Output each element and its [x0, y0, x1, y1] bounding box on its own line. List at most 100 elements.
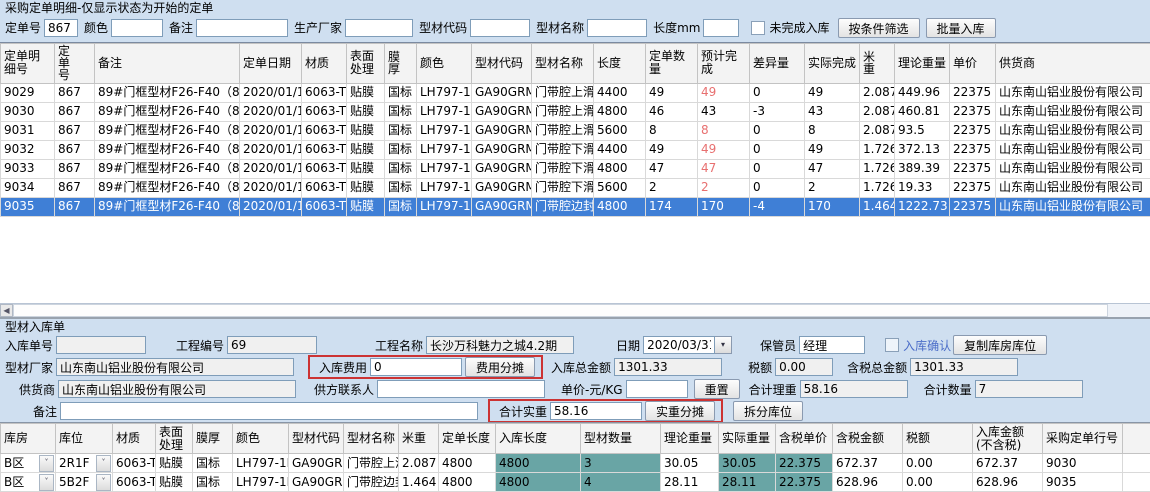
scrollbar-thumb[interactable] — [13, 304, 1108, 317]
batch-inbound-button[interactable]: 批量入库 — [926, 18, 996, 38]
grid-cell[interactable]: 3 — [581, 454, 661, 473]
grid-cell[interactable]: 22375 — [950, 140, 996, 159]
grid-cell[interactable]: 867 — [55, 197, 95, 216]
tax-total-input[interactable] — [910, 358, 1018, 376]
grid-cell[interactable]: 山东南山铝业股份有限公司 — [996, 178, 1150, 197]
grid-cell[interactable]: 1.464 — [860, 197, 895, 216]
grid-cell[interactable]: 国标 — [193, 473, 233, 492]
grid-cell[interactable]: 山东南山铝业股份有限公司 — [996, 102, 1150, 121]
reset-button[interactable]: 重置 — [694, 379, 740, 399]
grid-cell[interactable]: 170 — [805, 197, 860, 216]
grid-cell[interactable]: 2R1F˅ — [56, 454, 113, 473]
grid-cell[interactable]: 4800 — [439, 473, 496, 492]
column-header[interactable]: 实际重量 — [719, 424, 776, 454]
grid-cell[interactable]: GA90GRM04 — [472, 159, 532, 178]
column-header[interactable]: 定单明细号 — [1, 43, 55, 83]
grid-cell[interactable]: 2020/01/13 — [240, 197, 302, 216]
grid-cell[interactable]: 49 — [698, 83, 750, 102]
grid-cell[interactable]: 170 — [698, 197, 750, 216]
grid-cell[interactable]: 门带腔边封 — [532, 197, 594, 216]
grid-cell[interactable]: LH797-1LL0 — [417, 140, 472, 159]
profile-code-filter-input[interactable] — [470, 19, 530, 37]
dropdown-arrow-icon[interactable]: ˅ — [39, 455, 54, 472]
grid-cell[interactable]: 4400 — [594, 83, 646, 102]
grid-cell[interactable]: 贴膜 — [347, 140, 385, 159]
grid-cell[interactable]: 47 — [805, 159, 860, 178]
column-header[interactable]: 定单数量 — [646, 43, 698, 83]
column-header[interactable]: 库房 — [1, 424, 56, 454]
grid-cell[interactable]: 国标 — [385, 140, 417, 159]
grid-cell[interactable]: 2.087 — [860, 102, 895, 121]
grid-cell[interactable]: 贴膜 — [347, 197, 385, 216]
grid-row[interactable]: B区˅5B2F˅6063-T5贴膜国标LH797-1LL0GA90GRM05门带… — [1, 473, 1150, 492]
column-header[interactable]: 米重 — [860, 43, 895, 83]
total-amount-input[interactable] — [614, 358, 722, 376]
grid-cell[interactable]: 89#门框型材F26-F40（866+867） — [95, 159, 240, 178]
grid-cell[interactable]: 2.087 — [399, 454, 439, 473]
grid-cell[interactable]: 国标 — [385, 178, 417, 197]
grid-cell[interactable]: 672.37 — [833, 454, 903, 473]
grid-cell[interactable]: 6063-T5 — [302, 197, 347, 216]
grid-cell[interactable]: LH797-1LL0 — [417, 83, 472, 102]
dropdown-arrow-icon[interactable]: ˅ — [96, 455, 111, 472]
grid-cell[interactable]: -3 — [750, 102, 805, 121]
grid-cell[interactable]: 174 — [646, 197, 698, 216]
grid-cell[interactable]: 门带腔边封 — [344, 473, 399, 492]
column-header[interactable]: 含税金额 — [833, 424, 903, 454]
grid-cell[interactable]: 49 — [646, 83, 698, 102]
grid-cell[interactable]: GA90GRM03 — [289, 454, 344, 473]
scroll-left-arrow-icon[interactable]: ◀ — [0, 304, 13, 317]
grid-cell[interactable]: 4800 — [594, 197, 646, 216]
grid-cell[interactable]: LH797-1LL0 — [417, 102, 472, 121]
grid-cell[interactable]: 19.33 — [895, 178, 950, 197]
grid-cell[interactable]: 22375 — [950, 102, 996, 121]
grid-cell[interactable]: 0 — [750, 178, 805, 197]
grid-cell[interactable]: 867 — [55, 83, 95, 102]
inbound-no-input[interactable] — [56, 336, 146, 354]
grid-cell[interactable]: 22375 — [950, 178, 996, 197]
grid-cell[interactable]: 43 — [805, 102, 860, 121]
grid-cell[interactable]: 9030 — [1, 102, 55, 121]
grid-cell[interactable]: 2020/01/13 — [240, 140, 302, 159]
grid-cell[interactable]: 门带腔下滑 — [532, 178, 594, 197]
grid-cell[interactable]: 89#门框型材F26-F40（866+867） — [95, 140, 240, 159]
column-header[interactable]: 型材代码 — [289, 424, 344, 454]
column-header[interactable]: 入库长度 — [496, 424, 581, 454]
column-header[interactable]: 型材名称 — [344, 424, 399, 454]
grid-cell[interactable]: 门带腔上滑 — [532, 102, 594, 121]
grid-cell[interactable]: LH797-1LL0 — [233, 473, 289, 492]
column-header[interactable]: 定单日期 — [240, 43, 302, 83]
grid-cell[interactable]: 867 — [55, 178, 95, 197]
date-input[interactable] — [643, 336, 715, 354]
grid-cell[interactable]: 6063-T5 — [302, 178, 347, 197]
grid-cell[interactable]: 1.726 — [860, 140, 895, 159]
remark-filter-input[interactable] — [196, 19, 288, 37]
grid-cell[interactable]: 5600 — [594, 121, 646, 140]
grid-cell[interactable]: GA90GRM05 — [289, 473, 344, 492]
column-header[interactable]: 米重 — [399, 424, 439, 454]
column-header[interactable]: 实际完成 — [805, 43, 860, 83]
order-no-input[interactable] — [44, 19, 78, 37]
grid-cell[interactable]: 9033 — [1, 159, 55, 178]
grid-cell[interactable]: 372.13 — [895, 140, 950, 159]
grid-cell[interactable]: 8 — [805, 121, 860, 140]
grid-cell[interactable]: 9030 — [1043, 454, 1123, 473]
grid-cell[interactable]: 9035 — [1043, 473, 1123, 492]
date-picker[interactable]: ▾ — [643, 336, 732, 354]
grid-cell[interactable]: 672.37 — [973, 454, 1043, 473]
column-header[interactable]: 预计完成 — [698, 43, 750, 83]
grid-cell[interactable]: 2.087 — [860, 83, 895, 102]
grid-cell[interactable]: 30.05 — [719, 454, 776, 473]
grid-cell[interactable]: 6063-T5 — [302, 159, 347, 178]
inbound-grid[interactable]: 库房库位材质表面处理膜厚颜色型材代码型材名称米重定单长度入库长度型材数量理论重量… — [0, 423, 1150, 492]
grid-cell[interactable]: 山东南山铝业股份有限公司 — [996, 159, 1150, 178]
column-header[interactable]: 差异量 — [750, 43, 805, 83]
column-header[interactable]: 长度 — [594, 43, 646, 83]
grid-cell[interactable]: GA90GRM04 — [472, 140, 532, 159]
grid-cell[interactable]: GA90GRM04 — [472, 178, 532, 197]
grid-cell[interactable]: 2 — [805, 178, 860, 197]
fee-apportion-button[interactable]: 费用分摊 — [465, 357, 535, 377]
grid-cell[interactable]: 49 — [698, 140, 750, 159]
column-header[interactable]: 颜色 — [417, 43, 472, 83]
grid-cell[interactable]: 2.087 — [860, 121, 895, 140]
